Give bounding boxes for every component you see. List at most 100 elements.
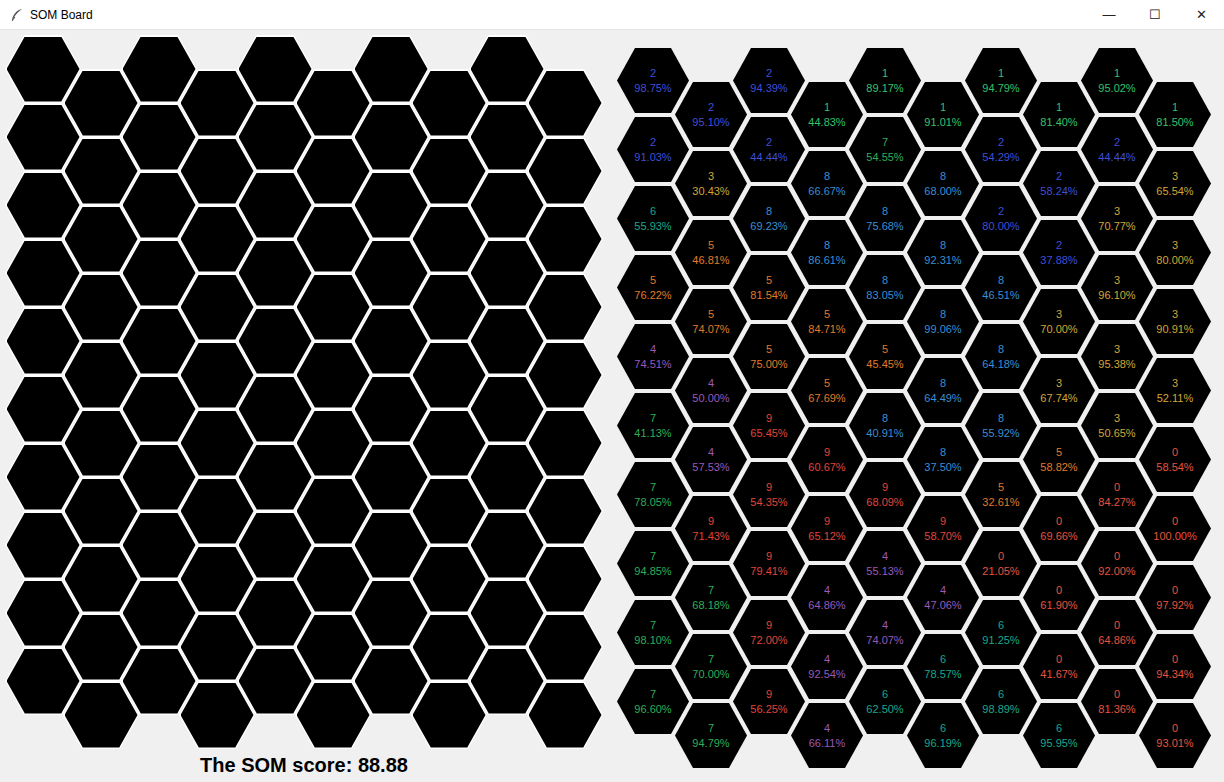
label-cell: 447.06%	[905, 563, 981, 632]
label-hex: 855.92%	[965, 393, 1037, 458]
label-hex: 064.86%	[1081, 600, 1153, 665]
label-cell: 698.89%	[963, 667, 1039, 736]
label-cell: 280.00%	[963, 184, 1039, 253]
label-hex: 866.67%	[791, 151, 863, 216]
digit-label: 9	[940, 514, 946, 529]
digit-label: 7	[650, 549, 656, 564]
label-cell: 840.91%	[847, 391, 923, 460]
accuracy-label: 96.10%	[1098, 288, 1135, 303]
label-cell: 883.05%	[847, 253, 923, 322]
accuracy-label: 54.29%	[982, 150, 1019, 165]
digit-label: 5	[1056, 445, 1062, 460]
neuron-image	[297, 139, 370, 204]
digit-label: 2	[650, 135, 656, 150]
digit-label: 7	[650, 411, 656, 426]
digit-label: 0	[998, 549, 1004, 564]
neuron-image	[239, 173, 312, 238]
label-hex: 298.75%	[617, 48, 689, 113]
label-hex: 396.10%	[1081, 255, 1153, 320]
maximize-button[interactable]: ☐	[1132, 0, 1178, 29]
label-hex: 968.09%	[849, 462, 921, 527]
digit-label: 8	[882, 273, 888, 288]
label-hex: 093.01%	[1139, 703, 1211, 768]
digit-label: 6	[882, 687, 888, 702]
label-hex: 575.00%	[733, 324, 805, 389]
label-cell: 492.54%	[789, 632, 865, 701]
accuracy-label: 95.95%	[1040, 736, 1077, 751]
neuron-image	[65, 343, 138, 408]
neuron-image	[7, 309, 80, 374]
label-hex: 097.92%	[1139, 565, 1211, 630]
digit-label: 9	[824, 445, 830, 460]
accuracy-label: 96.60%	[634, 702, 671, 717]
minimize-button[interactable]: —	[1086, 0, 1132, 29]
digit-label: 1	[1172, 100, 1178, 115]
neuron-image	[7, 445, 80, 510]
label-cell: 258.24%	[1021, 149, 1097, 218]
label-hex: 754.55%	[849, 117, 921, 182]
neuron-image	[413, 547, 486, 612]
label-cell: 081.36%	[1079, 667, 1155, 736]
accuracy-label: 64.49%	[924, 391, 961, 406]
neuron-image	[529, 71, 602, 136]
label-cell: 244.44%	[1079, 115, 1155, 184]
label-hex: 244.44%	[1081, 117, 1153, 182]
neuron-image	[355, 105, 428, 170]
label-hex: 960.67%	[791, 427, 863, 492]
label-cell: 330.43%	[673, 149, 749, 218]
label-hex: 971.43%	[675, 496, 747, 561]
label-cell: 899.06%	[905, 287, 981, 356]
label-hex: 972.00%	[733, 600, 805, 665]
neuron-image	[181, 615, 254, 680]
label-hex: 181.40%	[1023, 82, 1095, 147]
label-hex: 352.11%	[1139, 358, 1211, 423]
digit-label: 5	[650, 273, 656, 288]
accuracy-label: 64.86%	[1098, 633, 1135, 648]
label-cell: 584.71%	[789, 287, 865, 356]
label-hex: 021.05%	[965, 531, 1037, 596]
neuron-image	[529, 343, 602, 408]
neuron-image	[123, 173, 196, 238]
label-hex: 457.53%	[675, 427, 747, 492]
digit-label: 5	[766, 273, 772, 288]
digit-label: 8	[940, 445, 946, 460]
neuron-image	[65, 615, 138, 680]
neuron-image	[529, 479, 602, 544]
label-cell: 181.40%	[1021, 80, 1097, 149]
accuracy-label: 94.79%	[982, 81, 1019, 96]
label-hex: 875.68%	[849, 186, 921, 251]
label-hex: 840.91%	[849, 393, 921, 458]
accuracy-label: 54.55%	[866, 150, 903, 165]
label-cell: 181.50%	[1137, 80, 1213, 149]
neuron-image	[297, 683, 370, 748]
close-button[interactable]: ✕	[1178, 0, 1224, 29]
label-hex: 869.23%	[733, 186, 805, 251]
accuracy-label: 92.31%	[924, 253, 961, 268]
label-hex: 144.83%	[791, 82, 863, 147]
label-cell: 956.25%	[731, 667, 807, 736]
label-hex: 794.85%	[617, 531, 689, 596]
label-cell: 558.82%	[1021, 425, 1097, 494]
digit-label: 9	[824, 514, 830, 529]
digit-label: 4	[882, 549, 888, 564]
neuron-image	[239, 309, 312, 374]
neuron-image	[181, 547, 254, 612]
label-cell: 796.60%	[615, 667, 691, 736]
accuracy-label: 84.27%	[1098, 495, 1135, 510]
label-cell: 390.91%	[1137, 287, 1213, 356]
label-cell: 875.68%	[847, 184, 923, 253]
accuracy-label: 21.05%	[982, 564, 1019, 579]
accuracy-label: 65.12%	[808, 529, 845, 544]
accuracy-label: 37.88%	[1040, 253, 1077, 268]
neuron-image	[529, 275, 602, 340]
neuron-image	[471, 37, 544, 102]
digit-label: 2	[708, 100, 714, 115]
neuron-image	[297, 207, 370, 272]
label-cell: 954.35%	[731, 460, 807, 529]
accuracy-label: 64.18%	[982, 357, 1019, 372]
digit-label: 4	[882, 618, 888, 633]
neuron-image	[7, 377, 80, 442]
accuracy-label: 95.10%	[692, 115, 729, 130]
digit-label: 6	[1056, 721, 1062, 736]
neuron-image	[297, 343, 370, 408]
